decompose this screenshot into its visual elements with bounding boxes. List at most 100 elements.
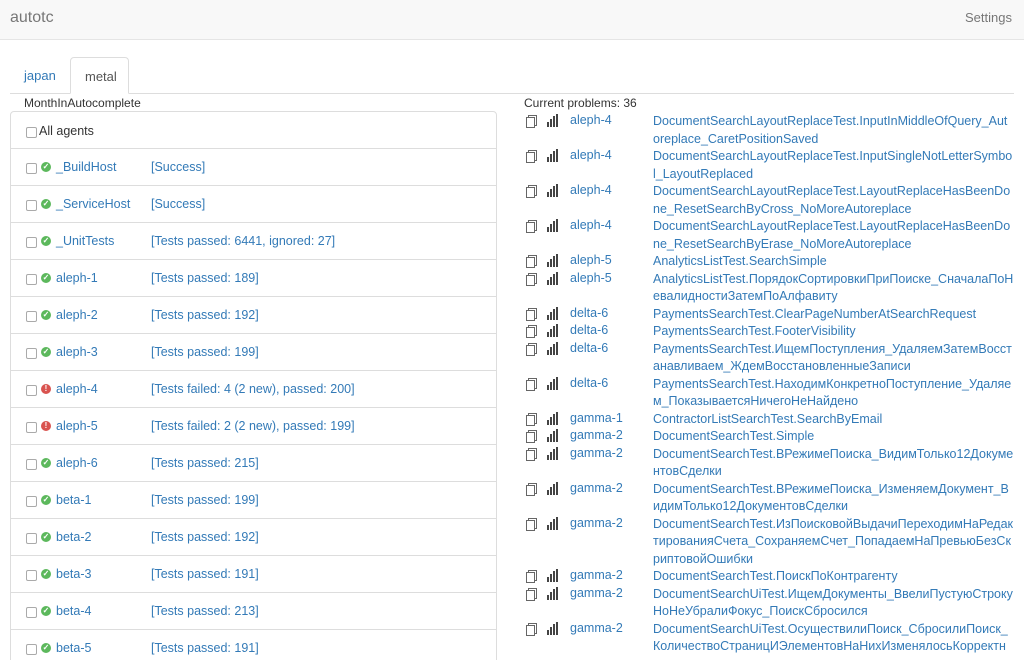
agent-build-status-link[interactable]: [Success] bbox=[151, 160, 205, 174]
agent-checkbox[interactable] bbox=[26, 570, 37, 581]
agent-checkbox[interactable] bbox=[26, 311, 37, 322]
agent-name-link[interactable]: beta-1 bbox=[56, 493, 91, 507]
problem-test-link[interactable]: DocumentSearchLayoutReplaceTest.LayoutRe… bbox=[653, 183, 1014, 218]
copy-icon[interactable] bbox=[526, 430, 537, 443]
agent-name-link[interactable]: aleph-6 bbox=[56, 456, 98, 470]
agent-name-link[interactable]: aleph-4 bbox=[56, 382, 98, 396]
problem-agent-link[interactable]: delta-6 bbox=[570, 323, 608, 337]
copy-icon[interactable] bbox=[526, 255, 537, 268]
agent-name-link[interactable]: _BuildHost bbox=[56, 160, 116, 174]
agent-checkbox[interactable] bbox=[26, 385, 37, 396]
agent-build-status-link[interactable]: [Tests failed: 4 (2 new), passed: 200] bbox=[151, 382, 355, 396]
problem-agent-link[interactable]: aleph-4 bbox=[570, 183, 612, 197]
agent-build-status-link[interactable]: [Tests passed: 199] bbox=[151, 493, 259, 507]
problem-agent-link[interactable]: aleph-5 bbox=[570, 253, 612, 267]
history-chart-icon[interactable] bbox=[547, 411, 559, 425]
history-chart-icon[interactable] bbox=[547, 219, 559, 232]
history-chart-icon[interactable] bbox=[547, 271, 559, 285]
agent-name-link[interactable]: aleph-2 bbox=[56, 308, 98, 322]
agent-build-status-link[interactable]: [Tests passed: 6441, ignored: 27] bbox=[151, 234, 335, 248]
agent-name-link[interactable]: _UnitTests bbox=[56, 234, 114, 248]
problem-agent-link[interactable]: delta-6 bbox=[570, 306, 608, 320]
agent-checkbox[interactable] bbox=[26, 163, 37, 174]
history-chart-icon[interactable] bbox=[547, 149, 559, 162]
copy-icon[interactable] bbox=[526, 185, 537, 198]
agent-checkbox[interactable] bbox=[26, 422, 37, 433]
problem-agent-link[interactable]: gamma-2 bbox=[570, 516, 623, 530]
agent-checkbox[interactable] bbox=[26, 274, 37, 285]
agent-name-link[interactable]: aleph-1 bbox=[56, 271, 98, 285]
copy-icon[interactable] bbox=[526, 325, 537, 338]
agent-checkbox[interactable] bbox=[26, 496, 37, 507]
problem-agent-link[interactable]: gamma-2 bbox=[570, 568, 623, 582]
copy-icon[interactable] bbox=[526, 447, 537, 461]
copy-icon[interactable] bbox=[526, 412, 537, 426]
history-chart-icon[interactable] bbox=[547, 586, 559, 600]
agent-name-link[interactable]: aleph-3 bbox=[56, 345, 98, 359]
agent-build-status-link[interactable]: [Tests failed: 2 (2 new), passed: 199] bbox=[151, 419, 355, 433]
agent-checkbox[interactable] bbox=[26, 644, 37, 655]
problem-test-link[interactable]: DocumentSearchUiTest.ИщемДокументы_Ввели… bbox=[653, 586, 1014, 621]
problem-agent-link[interactable]: delta-6 bbox=[570, 376, 608, 390]
problem-agent-link[interactable]: gamma-2 bbox=[570, 621, 623, 635]
problem-test-link[interactable]: DocumentSearchTest.ПоискПоКонтрагенту bbox=[653, 568, 1014, 586]
history-chart-icon[interactable] bbox=[547, 114, 559, 127]
history-chart-icon[interactable] bbox=[547, 184, 559, 197]
problem-test-link[interactable]: DocumentSearchTest.ИзПоисковойВыдачиПере… bbox=[653, 516, 1014, 569]
copy-icon[interactable] bbox=[526, 115, 537, 128]
history-chart-icon[interactable] bbox=[547, 324, 559, 337]
problem-test-link[interactable]: DocumentSearchTest.ВРежимеПоиска_Изменяе… bbox=[653, 481, 1014, 516]
agent-build-status-link[interactable]: [Tests passed: 191] bbox=[151, 641, 259, 655]
problem-test-link[interactable]: DocumentSearchTest.ВРежимеПоиска_ВидимТо… bbox=[653, 446, 1014, 481]
agent-build-status-link[interactable]: [Tests passed: 191] bbox=[151, 567, 259, 581]
history-chart-icon[interactable] bbox=[547, 481, 559, 495]
copy-icon[interactable] bbox=[526, 517, 537, 531]
problem-test-link[interactable]: PaymentsSearchTest.ИщемПоступления_Удаля… bbox=[653, 341, 1014, 376]
problem-test-link[interactable]: DocumentSearchUiTest.ОсуществилиПоиск_Сб… bbox=[653, 621, 1014, 656]
agent-name-link[interactable]: beta-4 bbox=[56, 604, 91, 618]
agent-checkbox[interactable] bbox=[26, 237, 37, 248]
history-chart-icon[interactable] bbox=[547, 341, 559, 355]
agent-name-link[interactable]: _ServiceHost bbox=[56, 197, 130, 211]
tab-japan[interactable]: japan bbox=[10, 57, 70, 94]
brand-title[interactable]: autotc bbox=[10, 9, 54, 27]
agent-build-status-link[interactable]: [Success] bbox=[151, 197, 205, 211]
agent-build-status-link[interactable]: [Tests passed: 189] bbox=[151, 271, 259, 285]
agent-name-link[interactable]: beta-2 bbox=[56, 530, 91, 544]
problem-test-link[interactable]: DocumentSearchTest.Simple bbox=[653, 428, 1014, 446]
problem-test-link[interactable]: DocumentSearchLayoutReplaceTest.InputSin… bbox=[653, 148, 1014, 183]
problem-test-link[interactable]: DocumentSearchLayoutReplaceTest.LayoutRe… bbox=[653, 218, 1014, 253]
agent-checkbox[interactable] bbox=[26, 348, 37, 359]
history-chart-icon[interactable] bbox=[547, 429, 559, 442]
settings-link[interactable]: Settings bbox=[965, 10, 1012, 25]
agent-name-link[interactable]: beta-3 bbox=[56, 567, 91, 581]
problem-agent-link[interactable]: delta-6 bbox=[570, 341, 608, 355]
copy-icon[interactable] bbox=[526, 587, 537, 601]
agent-checkbox[interactable] bbox=[26, 459, 37, 470]
history-chart-icon[interactable] bbox=[547, 376, 559, 390]
agent-name-link[interactable]: aleph-5 bbox=[56, 419, 98, 433]
history-chart-icon[interactable] bbox=[547, 254, 559, 267]
problem-agent-link[interactable]: gamma-2 bbox=[570, 481, 623, 495]
problem-agent-link[interactable]: gamma-2 bbox=[570, 428, 623, 442]
copy-icon[interactable] bbox=[526, 150, 537, 163]
problem-agent-link[interactable]: aleph-4 bbox=[570, 218, 612, 232]
copy-icon[interactable] bbox=[526, 220, 537, 233]
problem-test-link[interactable]: PaymentsSearchTest.НаходимКонкретноПосту… bbox=[653, 376, 1014, 411]
problem-test-link[interactable]: AnalyticsListTest.SearchSimple bbox=[653, 253, 1014, 271]
history-chart-icon[interactable] bbox=[547, 306, 559, 320]
all-agents-checkbox[interactable] bbox=[26, 127, 37, 138]
agent-build-status-link[interactable]: [Tests passed: 192] bbox=[151, 308, 259, 322]
problem-test-link[interactable]: PaymentsSearchTest.FooterVisibility bbox=[653, 323, 1014, 341]
agent-build-status-link[interactable]: [Tests passed: 213] bbox=[151, 604, 259, 618]
problem-agent-link[interactable]: gamma-1 bbox=[570, 411, 623, 425]
problem-agent-link[interactable]: aleph-5 bbox=[570, 271, 612, 285]
agent-build-status-link[interactable]: [Tests passed: 192] bbox=[151, 530, 259, 544]
history-chart-icon[interactable] bbox=[547, 621, 559, 635]
agent-checkbox[interactable] bbox=[26, 533, 37, 544]
history-chart-icon[interactable] bbox=[547, 516, 559, 530]
agent-build-status-link[interactable]: [Tests passed: 215] bbox=[151, 456, 259, 470]
problem-agent-link[interactable]: gamma-2 bbox=[570, 446, 623, 460]
copy-icon[interactable] bbox=[526, 272, 537, 286]
copy-icon[interactable] bbox=[526, 622, 537, 636]
